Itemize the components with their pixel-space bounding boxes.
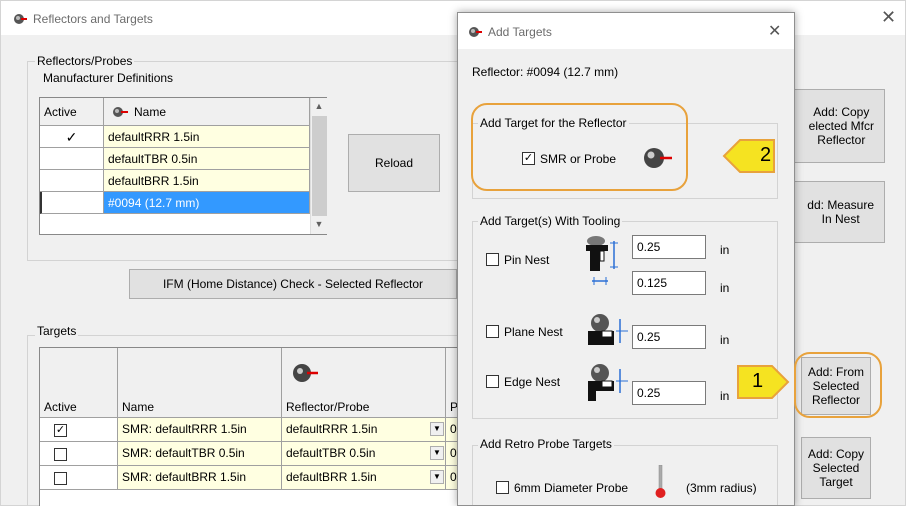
pin-unit-2: in xyxy=(720,281,730,295)
target-row-2-reflector[interactable]: defaultTBR 0.5in xyxy=(282,442,446,466)
target-row-1-name[interactable]: SMR: defaultRRR 1.5in xyxy=(118,418,282,442)
reflectors-group-label: Reflectors/Probes xyxy=(35,54,135,68)
add-copy-target-button[interactable]: Add: Copy Selected Target xyxy=(801,437,871,499)
target-row-3-active[interactable] xyxy=(40,466,118,490)
marker-1-number: 1 xyxy=(752,370,764,392)
pin-nest-value-1[interactable]: 0.25 xyxy=(632,235,706,259)
pin-nest-checkbox[interactable] xyxy=(486,253,499,266)
reflector-grid-scrollbar[interactable]: ▲ ▼ xyxy=(310,98,327,234)
probe-6mm-checkbox[interactable] xyxy=(496,481,509,494)
target-row-3-checkbox[interactable] xyxy=(54,472,67,485)
targets-col-reflector: Reflector/Probe xyxy=(282,396,446,418)
pin-nest-value-2[interactable]: 0.125 xyxy=(632,271,706,295)
row-3-active[interactable] xyxy=(40,170,104,192)
add-measure-nest-button[interactable]: dd: Measure In Nest xyxy=(789,181,885,243)
plane-nest-value[interactable]: 0.25 xyxy=(632,325,706,349)
row-2-name[interactable]: defaultTBR 0.5in xyxy=(104,148,310,170)
dialog-titlebar: Add Targets ✕ xyxy=(458,13,794,49)
target-row-2-active[interactable] xyxy=(40,442,118,466)
callout-from-selected-highlight xyxy=(794,352,882,418)
col-name-header: Name xyxy=(104,98,310,126)
retro-probe-label: Add Retro Probe Targets xyxy=(478,437,614,451)
dialog-app-icon xyxy=(469,27,482,37)
scroll-thumb[interactable] xyxy=(312,116,327,216)
plane-unit: in xyxy=(720,333,730,347)
pin-unit-1: in xyxy=(720,243,730,257)
plane-nest-icon xyxy=(588,314,628,345)
edge-nest-label: Edge Nest xyxy=(504,375,561,389)
target-row-1-active[interactable] xyxy=(40,418,118,442)
reflector-text: Reflector: #0094 (12.7 mm) xyxy=(472,65,619,79)
marker-2-number: 2 xyxy=(760,144,772,166)
edge-nest-checkbox[interactable] xyxy=(486,375,499,388)
retro-probe-group xyxy=(472,445,778,505)
target-row-2-checkbox[interactable] xyxy=(54,448,67,461)
targets-col-active: Active xyxy=(40,396,118,418)
dropdown-arrow-icon[interactable]: ▼ xyxy=(430,470,444,484)
probe-radius-label: (3mm radius) xyxy=(686,481,757,495)
dialog-title: Add Targets xyxy=(488,25,552,39)
dropdown-arrow-icon[interactable]: ▼ xyxy=(430,422,444,436)
reflector-probe-icon xyxy=(293,364,318,382)
target-row-1-reflector[interactable]: defaultRRR 1.5in xyxy=(282,418,446,442)
target-row-3-name[interactable]: SMR: defaultBRR 1.5in xyxy=(118,466,282,490)
dropdown-arrow-icon[interactable]: ▼ xyxy=(430,446,444,460)
targets-col-name: Name xyxy=(118,396,282,418)
edge-nest-value[interactable]: 0.25 xyxy=(632,381,706,405)
plane-nest-label: Plane Nest xyxy=(504,325,563,339)
app-icon xyxy=(14,14,27,24)
mfr-definitions-label: Manufacturer Definitions xyxy=(41,71,176,85)
col-active-header: Active xyxy=(40,98,104,126)
add-copy-mfcr-button[interactable]: Add: Copy elected Mfcr Reflector xyxy=(789,89,885,163)
row-1-name[interactable]: defaultRRR 1.5in xyxy=(104,126,310,148)
ifm-check-button[interactable]: IFM (Home Distance) Check - Selected Ref… xyxy=(129,269,457,299)
reflector-icon xyxy=(113,107,128,117)
target-row-3-reflector[interactable]: defaultBRR 1.5in xyxy=(282,466,446,490)
targets-grid: Active Name Reflector/Probe P ✓ SMR: def… xyxy=(39,347,466,506)
probe-6mm-label: 6mm Diameter Probe xyxy=(514,481,629,495)
edge-unit: in xyxy=(720,389,730,403)
reload-button[interactable]: Reload xyxy=(348,134,440,192)
callout-add-target-highlight xyxy=(471,103,688,191)
target-row-1-checkbox[interactable]: ✓ xyxy=(54,424,67,437)
row-4-active[interactable] xyxy=(40,192,104,214)
pin-nest-icon xyxy=(586,236,618,285)
probe-stylus-icon xyxy=(655,465,666,498)
dialog-close-button[interactable]: ✕ xyxy=(768,21,781,41)
scroll-up-icon[interactable]: ▲ xyxy=(311,98,327,114)
row-2-active[interactable] xyxy=(40,148,104,170)
target-row-2-name[interactable]: SMR: defaultTBR 0.5in xyxy=(118,442,282,466)
reflector-grid: Active Name ✓ defaultRRR 1.5in defaultTB… xyxy=(39,97,327,235)
pin-nest-label: Pin Nest xyxy=(504,253,550,267)
row-3-name[interactable]: defaultBRR 1.5in xyxy=(104,170,310,192)
main-close-button[interactable]: ✕ xyxy=(881,7,896,28)
targets-group-label: Targets xyxy=(35,324,79,338)
main-window-title: Reflectors and Targets xyxy=(33,12,153,26)
row-4-name[interactable]: #0094 (12.7 mm) xyxy=(104,192,310,214)
scroll-down-icon[interactable]: ▼ xyxy=(311,216,327,232)
tooling-group-label: Add Target(s) With Tooling xyxy=(478,214,623,228)
edge-nest-icon xyxy=(588,364,628,401)
add-targets-dialog: Add Targets ✕ Reflector: #0094 (12.7 mm)… xyxy=(457,12,795,506)
plane-nest-checkbox[interactable] xyxy=(486,325,499,338)
row-1-active[interactable]: ✓ xyxy=(40,126,104,148)
